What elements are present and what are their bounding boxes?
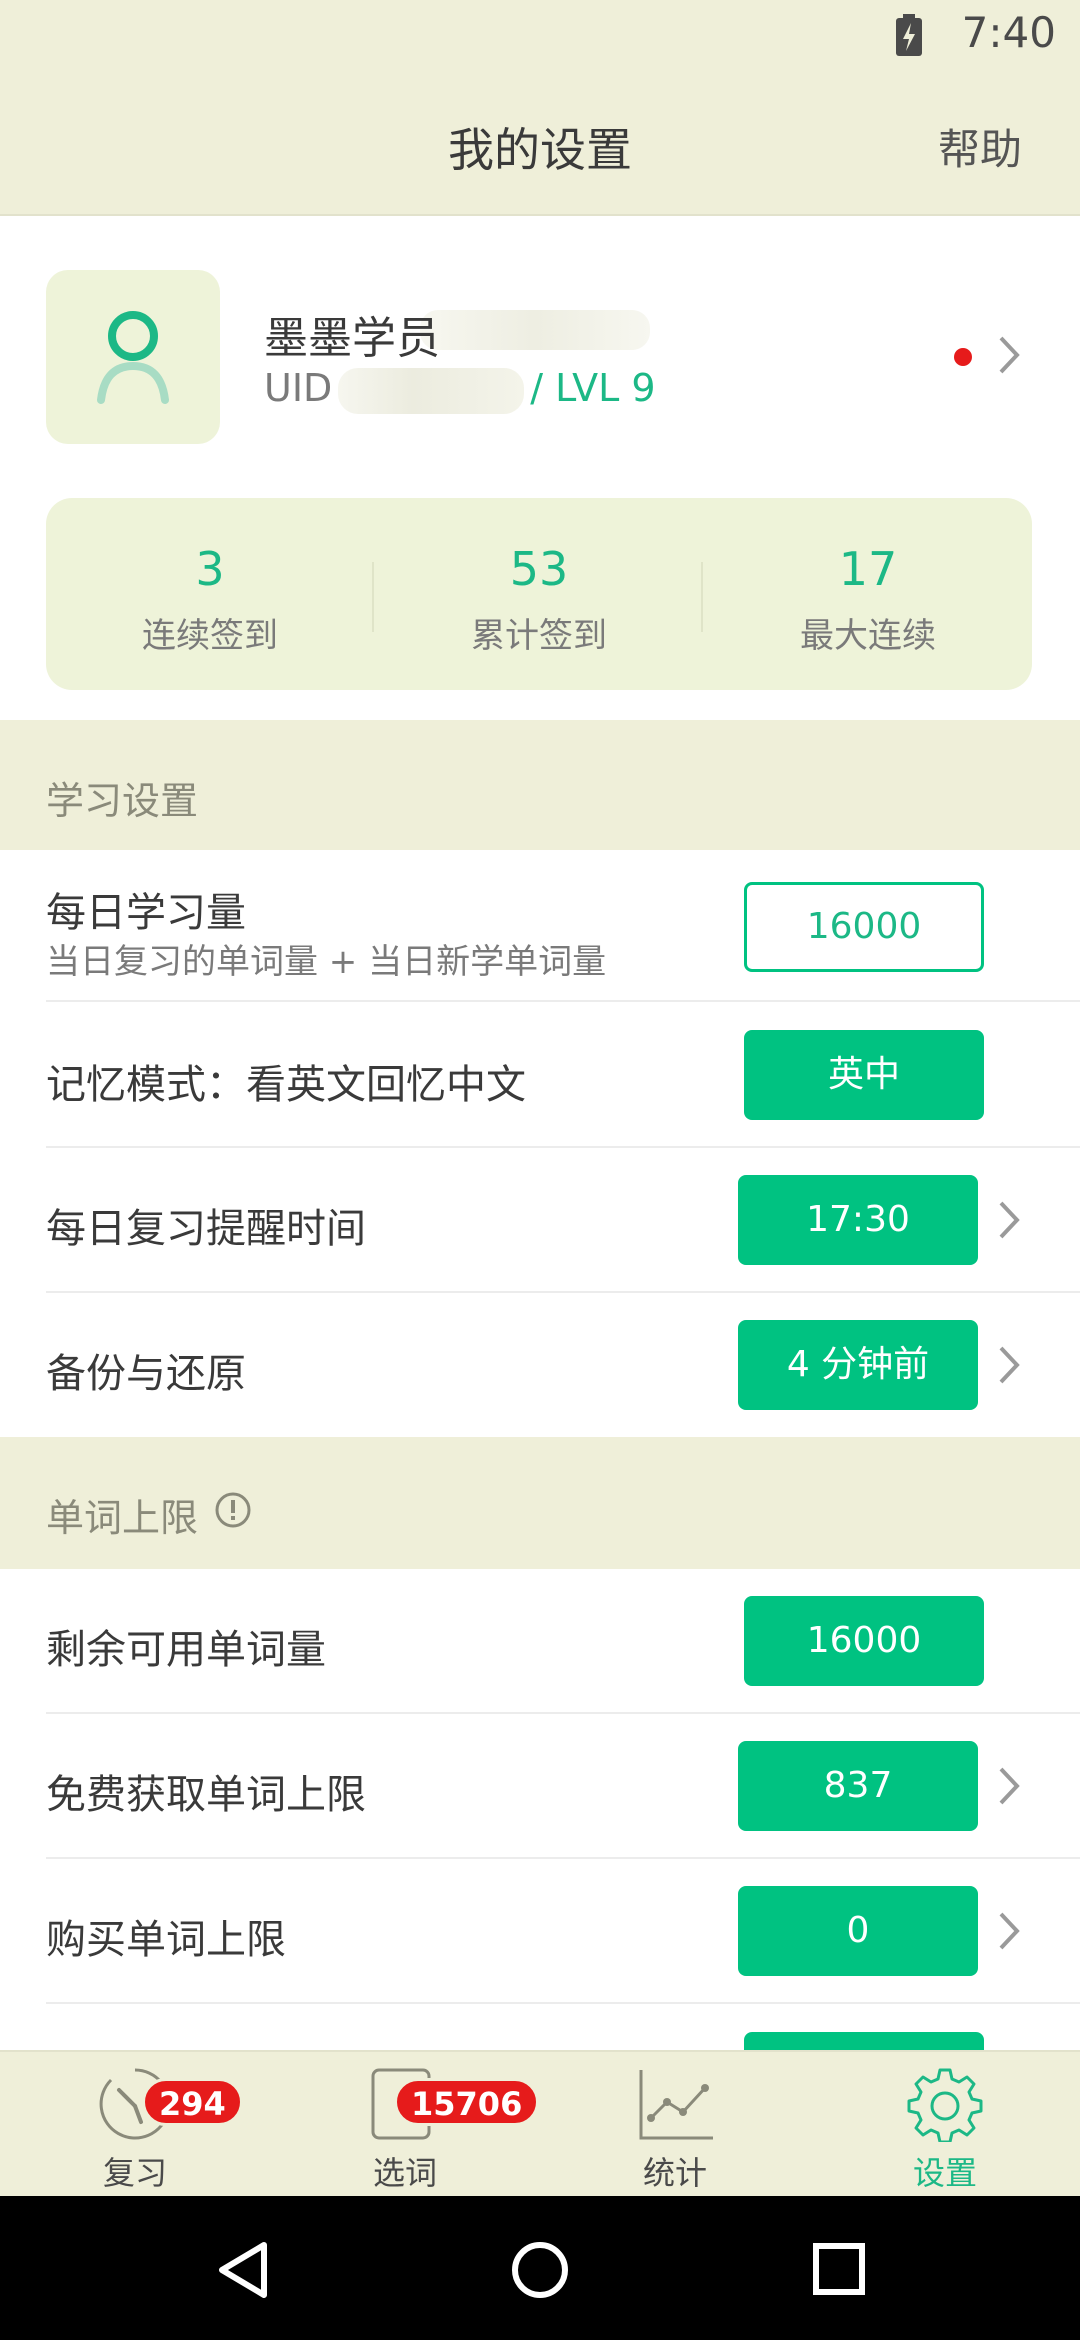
row-label: 每日学习量	[46, 890, 246, 936]
stat-value: 17	[838, 542, 898, 596]
select-words-badge: 15706	[394, 2078, 540, 2126]
tab-label: 选词	[372, 2154, 437, 2192]
chevron-right-icon[interactable]	[998, 1345, 1020, 1385]
avatar[interactable]	[46, 270, 220, 444]
battery-charging-icon	[896, 14, 922, 56]
chevron-right-icon[interactable]	[998, 1766, 1020, 1806]
tab-label: 复习	[102, 2154, 167, 2192]
review-badge: 294	[142, 2078, 243, 2126]
stat-label: 累计签到	[471, 616, 607, 656]
stat-consecutive: 3 连续签到	[46, 498, 374, 690]
section-title: 单词上限	[46, 1496, 199, 1540]
gear-icon	[907, 2068, 983, 2142]
bottom-tab-bar: 294 复习 15706 选词 统计 设置	[0, 2050, 1080, 2196]
uid-prefix: UID	[264, 366, 333, 410]
profile-section: 墨墨学员 UID / LVL 9 3 连续签到 53 累计签到 17 最大连续	[0, 218, 1080, 718]
chevron-right-icon[interactable]	[998, 1911, 1020, 1951]
user-icon	[97, 311, 169, 404]
tab-label: 设置	[912, 2154, 977, 2192]
chevron-right-icon[interactable]	[998, 1200, 1020, 1240]
status-time: 7:40	[961, 8, 1056, 57]
row-label: 备份与还原	[46, 1351, 246, 1397]
redacted-area	[420, 310, 650, 350]
stat-value: 3	[195, 542, 225, 596]
row-backup[interactable]: 备份与还原 4 分钟前	[0, 1293, 1080, 1437]
checkin-stats: 3 连续签到 53 累计签到 17 最大连续	[46, 498, 1032, 690]
tab-label: 统计	[642, 2154, 707, 2192]
row-reminder-time[interactable]: 每日复习提醒时间 17:30	[0, 1148, 1080, 1293]
row-daily-amount[interactable]: 每日学习量 当日复习的单词量 + 当日新学单词量 16000	[0, 850, 1080, 1002]
row-label: 记忆模式：看英文回忆中文	[46, 1062, 526, 1108]
row-remaining-words[interactable]: 剩余可用单词量 16000	[0, 1569, 1080, 1714]
profile-name: 墨墨学员	[264, 313, 440, 364]
section-header-limit: 单词上限	[0, 1437, 1080, 1569]
tab-select-words[interactable]: 15706 选词	[270, 2052, 540, 2198]
stat-value: 53	[509, 542, 569, 596]
uid-redacted	[338, 367, 525, 414]
buy-limit-button[interactable]: 0	[738, 1886, 978, 1976]
row-partial	[0, 2004, 1080, 2050]
help-button[interactable]: 帮助	[938, 116, 1022, 177]
divider	[372, 562, 374, 632]
info-icon[interactable]	[214, 1491, 252, 1529]
divider	[701, 562, 703, 632]
page-title: 我的设置	[448, 123, 632, 177]
stat-total: 53 累计签到	[375, 498, 703, 690]
row-label: 每日复习提醒时间	[46, 1206, 366, 1252]
level-label: / LVL 9	[530, 366, 656, 410]
status-bar: 7:40	[0, 0, 1080, 72]
home-icon[interactable]	[510, 2240, 570, 2300]
row-label: 购买单词上限	[46, 1917, 286, 1963]
chart-line-icon	[639, 2070, 713, 2140]
stat-label: 最大连续	[800, 616, 936, 656]
stat-label: 连续签到	[142, 616, 278, 656]
system-nav-bar	[0, 2196, 1080, 2340]
row-free-limit[interactable]: 免费获取单词上限 837	[0, 1714, 1080, 1859]
reminder-time-button[interactable]: 17:30	[738, 1175, 978, 1265]
stat-max: 17 最大连续	[704, 498, 1032, 690]
memory-mode-button[interactable]: 英中	[744, 1030, 984, 1120]
row-label: 免费获取单词上限	[46, 1772, 366, 1818]
row-sublabel: 当日复习的单词量 + 当日新学单词量	[46, 942, 607, 982]
chevron-right-icon[interactable]	[998, 335, 1020, 375]
tab-statistics[interactable]: 统计	[540, 2052, 810, 2198]
notification-dot	[954, 348, 972, 366]
profile-uid: UID / LVL 9	[264, 366, 656, 414]
row-label: 剩余可用单词量	[46, 1627, 326, 1673]
top-app-bar: 我的设置 帮助	[0, 72, 1080, 216]
back-icon[interactable]	[216, 2240, 272, 2300]
remaining-words-button[interactable]: 16000	[744, 1596, 984, 1686]
section-header-study: 学习设置	[0, 720, 1080, 850]
recents-icon[interactable]	[812, 2242, 866, 2296]
section-title: 学习设置	[46, 779, 199, 823]
partial-button[interactable]	[744, 2032, 984, 2050]
tab-settings[interactable]: 设置	[810, 2052, 1080, 2198]
row-buy-limit[interactable]: 购买单词上限 0	[0, 1859, 1080, 2004]
row-memory-mode[interactable]: 记忆模式：看英文回忆中文 英中	[0, 1002, 1080, 1148]
free-limit-button[interactable]: 837	[738, 1741, 978, 1831]
backup-button[interactable]: 4 分钟前	[738, 1320, 978, 1410]
tab-review[interactable]: 294 复习	[0, 2052, 270, 2198]
daily-amount-input[interactable]: 16000	[744, 882, 984, 972]
